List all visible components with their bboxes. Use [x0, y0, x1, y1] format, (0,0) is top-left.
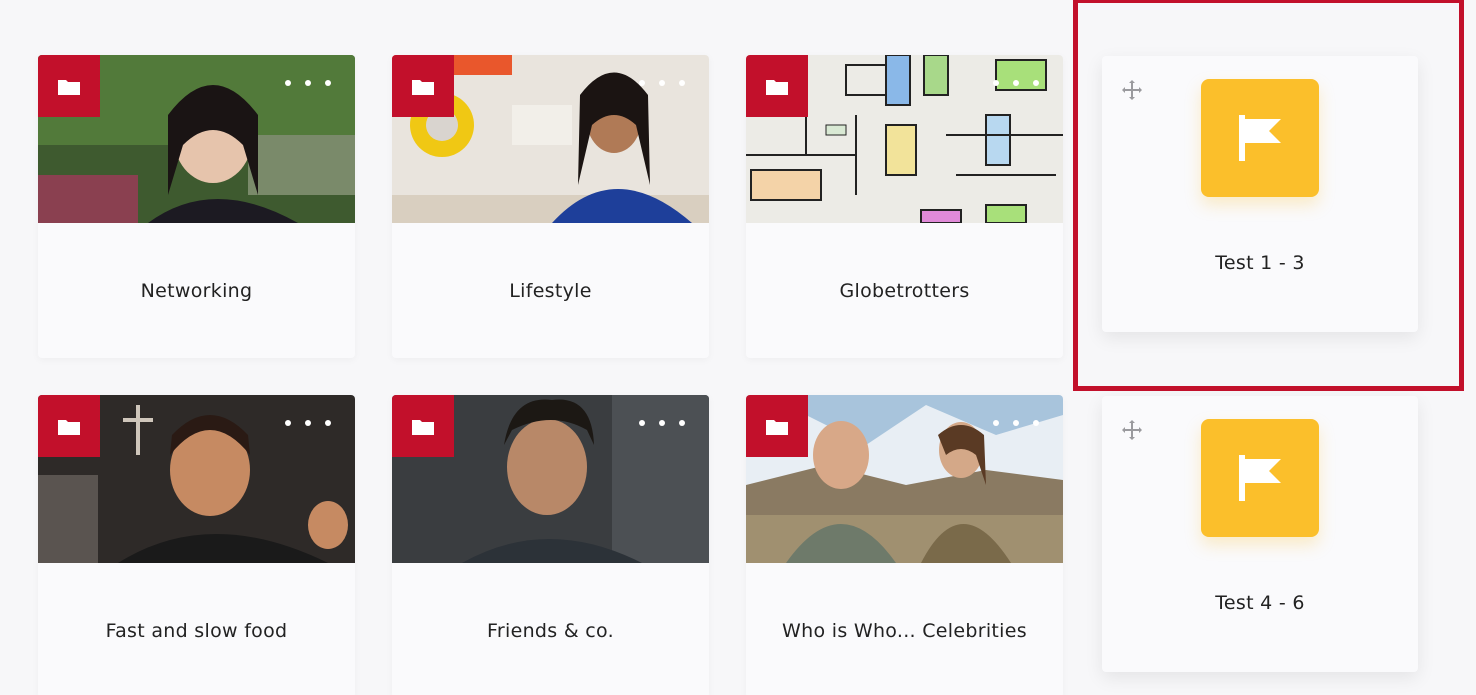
more-icon[interactable]	[639, 75, 685, 91]
folder-icon	[58, 80, 80, 95]
folder-icon	[412, 420, 434, 435]
folder-icon	[412, 80, 434, 95]
card-title: Networking	[140, 279, 253, 302]
card-title: Friends & co.	[487, 619, 614, 642]
folder-card-friends-and-co[interactable]: Friends & co.	[392, 395, 709, 695]
more-icon[interactable]	[993, 415, 1039, 431]
card-title: Fast and slow food	[105, 619, 288, 642]
folder-icon	[58, 420, 80, 435]
flag-tile	[1201, 79, 1319, 197]
move-icon[interactable]	[1120, 418, 1144, 442]
folder-icon	[766, 80, 788, 95]
folder-badge	[392, 55, 454, 117]
card-title: Lifestyle	[509, 279, 592, 302]
test-card-4-6[interactable]: Test 4 - 6	[1102, 396, 1418, 672]
more-icon[interactable]	[285, 75, 331, 91]
folder-card-lifestyle[interactable]: Lifestyle	[392, 55, 709, 358]
folder-card-who-is-who-celebrities[interactable]: Who is Who... Celebrities	[746, 395, 1063, 695]
folder-card-globetrotters[interactable]: Globetrotters	[746, 55, 1063, 358]
flag-icon	[1239, 455, 1281, 501]
test-title: Test 4 - 6	[1215, 592, 1305, 614]
card-title: Who is Who... Celebrities	[782, 619, 1027, 642]
folder-badge	[746, 55, 808, 117]
folder-icon	[766, 420, 788, 435]
flag-tile	[1201, 419, 1319, 537]
folder-badge	[38, 395, 100, 457]
more-icon[interactable]	[639, 415, 685, 431]
card-title: Globetrotters	[839, 279, 970, 302]
folder-badge	[38, 55, 100, 117]
flag-icon	[1239, 115, 1281, 161]
folder-badge	[392, 395, 454, 457]
folder-badge	[746, 395, 808, 457]
test-title: Test 1 - 3	[1215, 252, 1305, 274]
folder-card-networking[interactable]: Networking	[38, 55, 355, 358]
more-icon[interactable]	[993, 75, 1039, 91]
test-card-1-3[interactable]: Test 1 - 3	[1102, 56, 1418, 332]
more-icon[interactable]	[285, 415, 331, 431]
content-grid: Networking Lifestyle Globetrotters Fast …	[0, 0, 1476, 695]
move-icon[interactable]	[1120, 78, 1144, 102]
folder-card-fast-and-slow-food[interactable]: Fast and slow food	[38, 395, 355, 695]
